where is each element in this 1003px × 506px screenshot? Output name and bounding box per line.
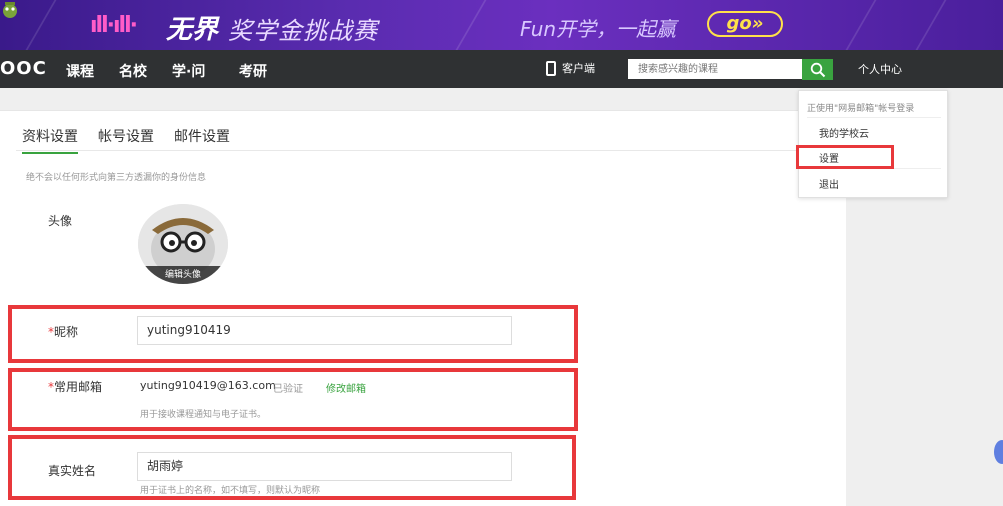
search-button[interactable] — [802, 59, 833, 80]
email-value: yuting910419@163.com — [140, 379, 276, 392]
avatar-label: 头像 — [48, 214, 73, 228]
search-icon — [810, 62, 825, 77]
modify-email-link[interactable]: 修改邮箱 — [326, 380, 366, 395]
client-download-link[interactable]: 客户端 — [546, 60, 595, 76]
dropdown-item-logout[interactable]: 退出 — [819, 176, 839, 191]
login-status-text: 正使用"网易邮箱"帐号登录 — [807, 104, 915, 114]
nickname-label: *昵称 — [48, 325, 79, 339]
profile-photo[interactable]: 编辑头像 — [138, 204, 228, 284]
email-hint: 用于接收课程通知与电子证书。 — [140, 410, 267, 420]
floating-help-icon[interactable] — [994, 440, 1003, 464]
realname-label: 真实姓名 — [48, 464, 97, 478]
settings-highlight — [796, 145, 894, 169]
nickname-input[interactable]: yuting910419 — [137, 316, 512, 345]
email-label: *常用邮箱 — [48, 380, 103, 394]
promo-banner[interactable]: ıll·ıll· 无界 奖学金挑战赛 Fun开学，一起赢 go» — [0, 0, 1003, 50]
nav-item-schools[interactable]: 名校 — [119, 61, 147, 81]
site-logo[interactable]: OOC — [0, 58, 47, 79]
banner-brand-sub: 奖学金挑战赛 — [228, 17, 378, 45]
banner-go-button[interactable]: go» — [707, 11, 783, 37]
nav-item-study[interactable]: 学·问 — [172, 61, 205, 81]
user-avatar-button[interactable] — [0, 0, 20, 23]
phone-icon — [546, 60, 556, 76]
nav-item-courses[interactable]: 课程 — [66, 61, 94, 81]
dropdown-item-my-school-cloud[interactable]: 我的学校云 — [819, 125, 869, 140]
top-nav: OOC 课程 名校 学·问 考研 客户端 个人中心 — [0, 50, 1003, 88]
personal-center-link[interactable]: 个人中心 — [858, 61, 902, 77]
edit-avatar-button[interactable]: 编辑头像 — [138, 266, 228, 284]
tabs-divider — [16, 150, 832, 151]
avatar-icon — [3, 2, 17, 18]
dropdown-divider — [807, 117, 941, 118]
nav-item-kaoyan[interactable]: 考研 — [239, 61, 267, 81]
banner-bars-graphic: ıll·ıll· — [90, 13, 138, 38]
realname-input[interactable]: 胡雨婷 — [137, 452, 512, 481]
banner-brand: 无界 — [166, 15, 219, 45]
client-label: 客户端 — [562, 62, 595, 75]
banner-slogan: Fun开学，一起赢 — [520, 17, 677, 41]
privacy-note: 绝不会以任何形式向第三方透漏你的身份信息 — [26, 173, 207, 183]
user-dropdown-menu: 正使用"网易邮箱"帐号登录 我的学校云 设置 退出 — [798, 90, 948, 198]
realname-hint: 用于证书上的名称，如不填写，则默认为昵称 — [140, 486, 321, 496]
course-search-input[interactable] — [628, 59, 802, 79]
email-verified-badge: 已验证 — [273, 384, 303, 395]
